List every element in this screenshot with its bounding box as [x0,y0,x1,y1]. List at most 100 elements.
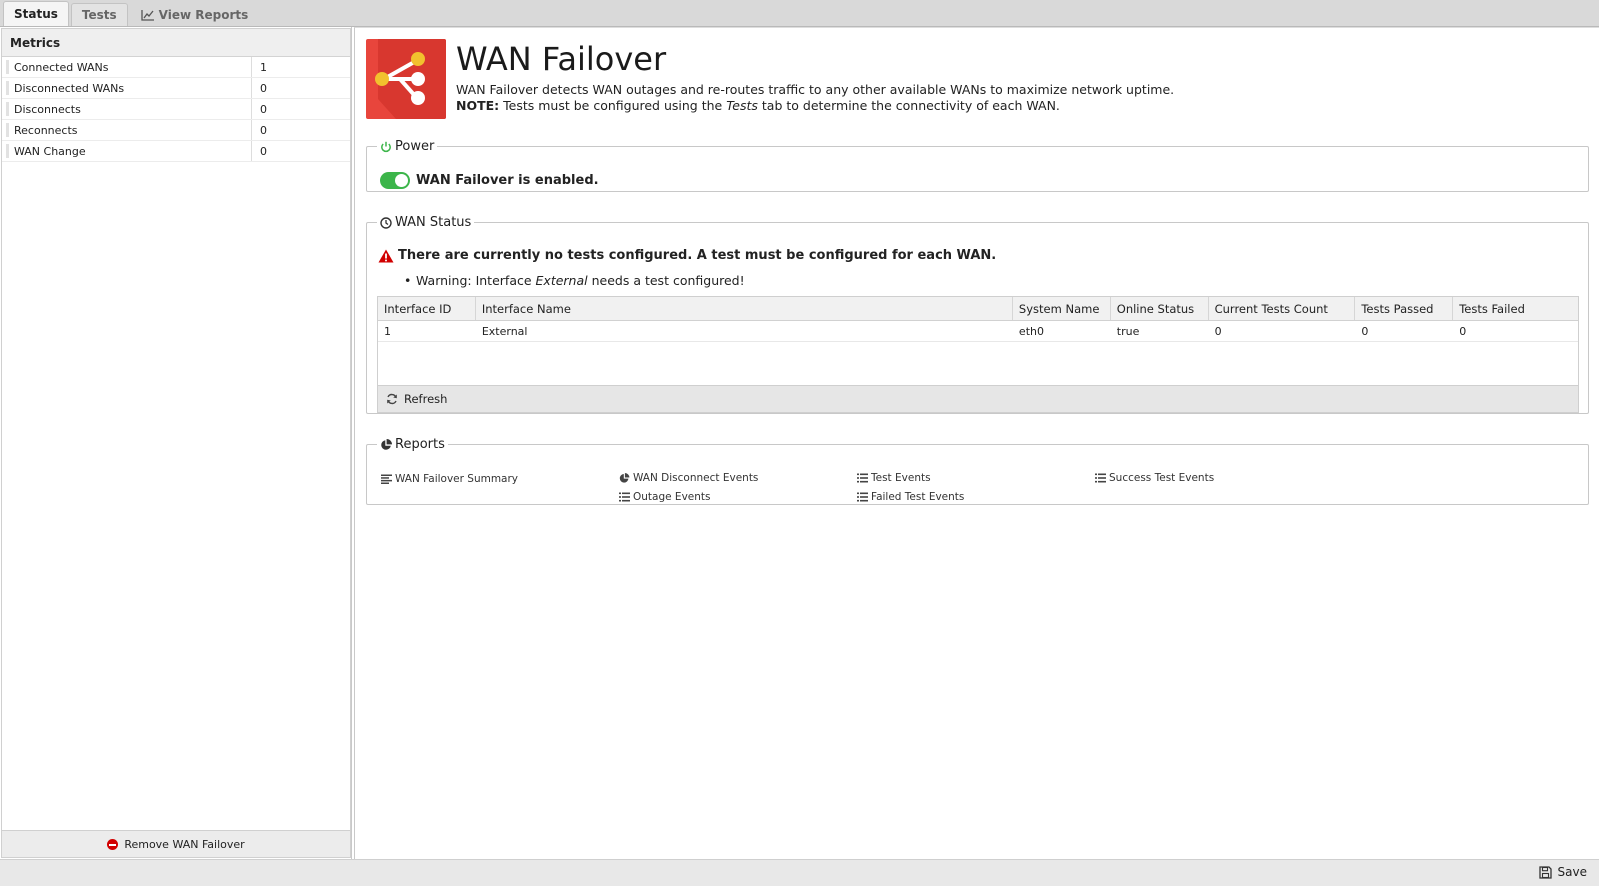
metric-name: Connected WANs [2,57,252,77]
list-icon [619,492,630,502]
wan-status-section: WAN Status There are currently no tests … [366,215,1589,414]
reports-section: Reports WAN Failover Summary WAN Disconn… [366,437,1589,505]
report-link-label: WAN Disconnect Events [633,472,759,484]
power-icon [381,141,391,152]
metrics-grid: Metrics Connected WANs 1 Disconnected WAN… [1,28,351,858]
tab-tests[interactable]: Tests [70,3,128,26]
table-cell: External [481,324,528,338]
table-cell: true [1116,324,1140,338]
metric-name: Reconnects [2,120,252,140]
metric-value: 1 [260,60,267,74]
wan-status-grid: Interface ID Interface Name System Name … [377,296,1579,413]
report-link-wan-failover-summary[interactable]: WAN Failover Summary [381,473,518,485]
report-link-test-events[interactable]: Test Events [857,472,931,484]
note-label: NOTE: [456,98,500,113]
power-section: Power WAN Failover is enabled. [366,139,1589,192]
metric-name: WAN Change [2,141,252,161]
tab-view-reports-label: View Reports [158,8,249,22]
pie-chart-icon [381,438,392,450]
warning-item-post: needs a test configured! [591,273,745,288]
refresh-label: Refresh [404,392,448,406]
column-header[interactable]: Current Tests Count [1209,297,1356,320]
metrics-panel: Metrics Connected WANs 1 Disconnected WAN… [0,27,352,859]
report-link-failed-test-events[interactable]: Failed Test Events [857,491,964,503]
list-icon [857,492,868,502]
metric-value: 0 [260,144,267,158]
table-row[interactable]: 1 External eth0 true 0 0 0 [378,321,1578,342]
metric-value: 0 [260,102,267,116]
metric-value: 0 [260,81,267,95]
metric-name: Disconnected WANs [2,78,252,98]
table-cell: eth0 [1018,324,1044,338]
save-label: Save [1557,865,1587,879]
tab-status-label: Status [14,7,58,21]
remove-app-label: Remove WAN Failover [124,837,245,851]
metric-row[interactable]: Disconnected WANs 0 [2,78,350,99]
report-link-label: WAN Failover Summary [395,473,519,485]
note-tab-name: Tests [726,98,758,113]
tab-tests-label: Tests [81,8,117,22]
table-cell: 1 [384,324,391,338]
column-header[interactable]: Tests Passed [1355,297,1454,320]
pie-chart-icon [619,473,630,483]
note-text-post: tab to determine the connectivity of eac… [761,98,1060,113]
tab-status[interactable]: Status [3,1,69,26]
tab-bar: Status Tests View Reports [0,0,1599,27]
wan-status-legend: WAN Status [377,215,474,230]
metric-row[interactable]: Connected WANs 1 [2,57,350,78]
metrics-header: Metrics [2,29,350,57]
app-note: NOTE: Tests must be configured using the… [456,98,1556,114]
list-icon [1095,473,1106,483]
report-link-label: Success Test Events [1109,472,1215,484]
metric-row[interactable]: Reconnects 0 [2,120,350,141]
warning-icon [378,249,394,262]
power-legend: Power [377,139,437,154]
floppy-disk-icon [1538,865,1552,879]
list-icon [857,473,868,483]
table-cell: 0 [1459,324,1467,338]
report-link-success-test-events[interactable]: Success Test Events [1095,472,1214,484]
page-title: WAN Failover [456,40,667,78]
warning-list-item: Warning: Interface External needs a test… [404,273,745,288]
column-header[interactable]: Tests Failed [1453,297,1578,320]
clock-icon [380,216,392,229]
grid-header: Interface ID Interface Name System Name … [378,297,1578,321]
refresh-button[interactable]: Refresh [378,385,1578,412]
report-link-label: Failed Test Events [871,491,965,503]
wan-status-legend-label: WAN Status [395,215,472,230]
bottom-toolbar: Save [0,859,1599,886]
column-header[interactable]: Online Status [1111,297,1209,320]
metric-row[interactable]: Disconnects 0 [2,99,350,120]
branch-icon [375,39,446,119]
report-link-wan-disconnect-events[interactable]: WAN Disconnect Events [619,472,758,484]
warning-item-pre: Warning: Interface [416,273,532,288]
note-text-pre: Tests must be configured using the [503,98,723,113]
tab-view-reports[interactable]: View Reports [130,3,260,26]
align-left-icon [381,474,392,484]
column-header[interactable]: System Name [1013,297,1111,320]
report-link-outage-events[interactable]: Outage Events [619,491,710,503]
remove-app-button[interactable]: Remove WAN Failover [2,830,350,857]
line-chart-icon [141,10,154,21]
reports-legend: Reports [377,437,448,452]
table-cell: 0 [1214,324,1222,338]
metric-name: Disconnects [2,99,252,119]
metric-value: 0 [260,123,267,137]
app-description: WAN Failover detects WAN outages and re-… [456,82,1556,114]
column-header[interactable]: Interface Name [476,297,1013,320]
reports-legend-label: Reports [395,437,445,452]
main-panel: WAN Failover WAN Failover detects WAN ou… [354,27,1599,859]
warning-message: There are currently no tests configured.… [378,248,996,263]
app-description-text: WAN Failover detects WAN outages and re-… [456,82,1175,97]
column-header[interactable]: Interface ID [378,297,476,320]
refresh-icon [387,393,397,405]
save-button[interactable]: Save [1538,865,1587,879]
metric-row[interactable]: WAN Change 0 [2,141,350,162]
power-legend-label: Power [395,139,435,154]
wan-failover-app-icon [366,39,446,119]
power-toggle[interactable] [380,172,410,189]
table-cell: 0 [1361,324,1369,338]
report-link-label: Test Events [871,472,931,484]
power-status-text: WAN Failover is enabled. [416,173,599,188]
minus-circle-icon [107,838,119,850]
